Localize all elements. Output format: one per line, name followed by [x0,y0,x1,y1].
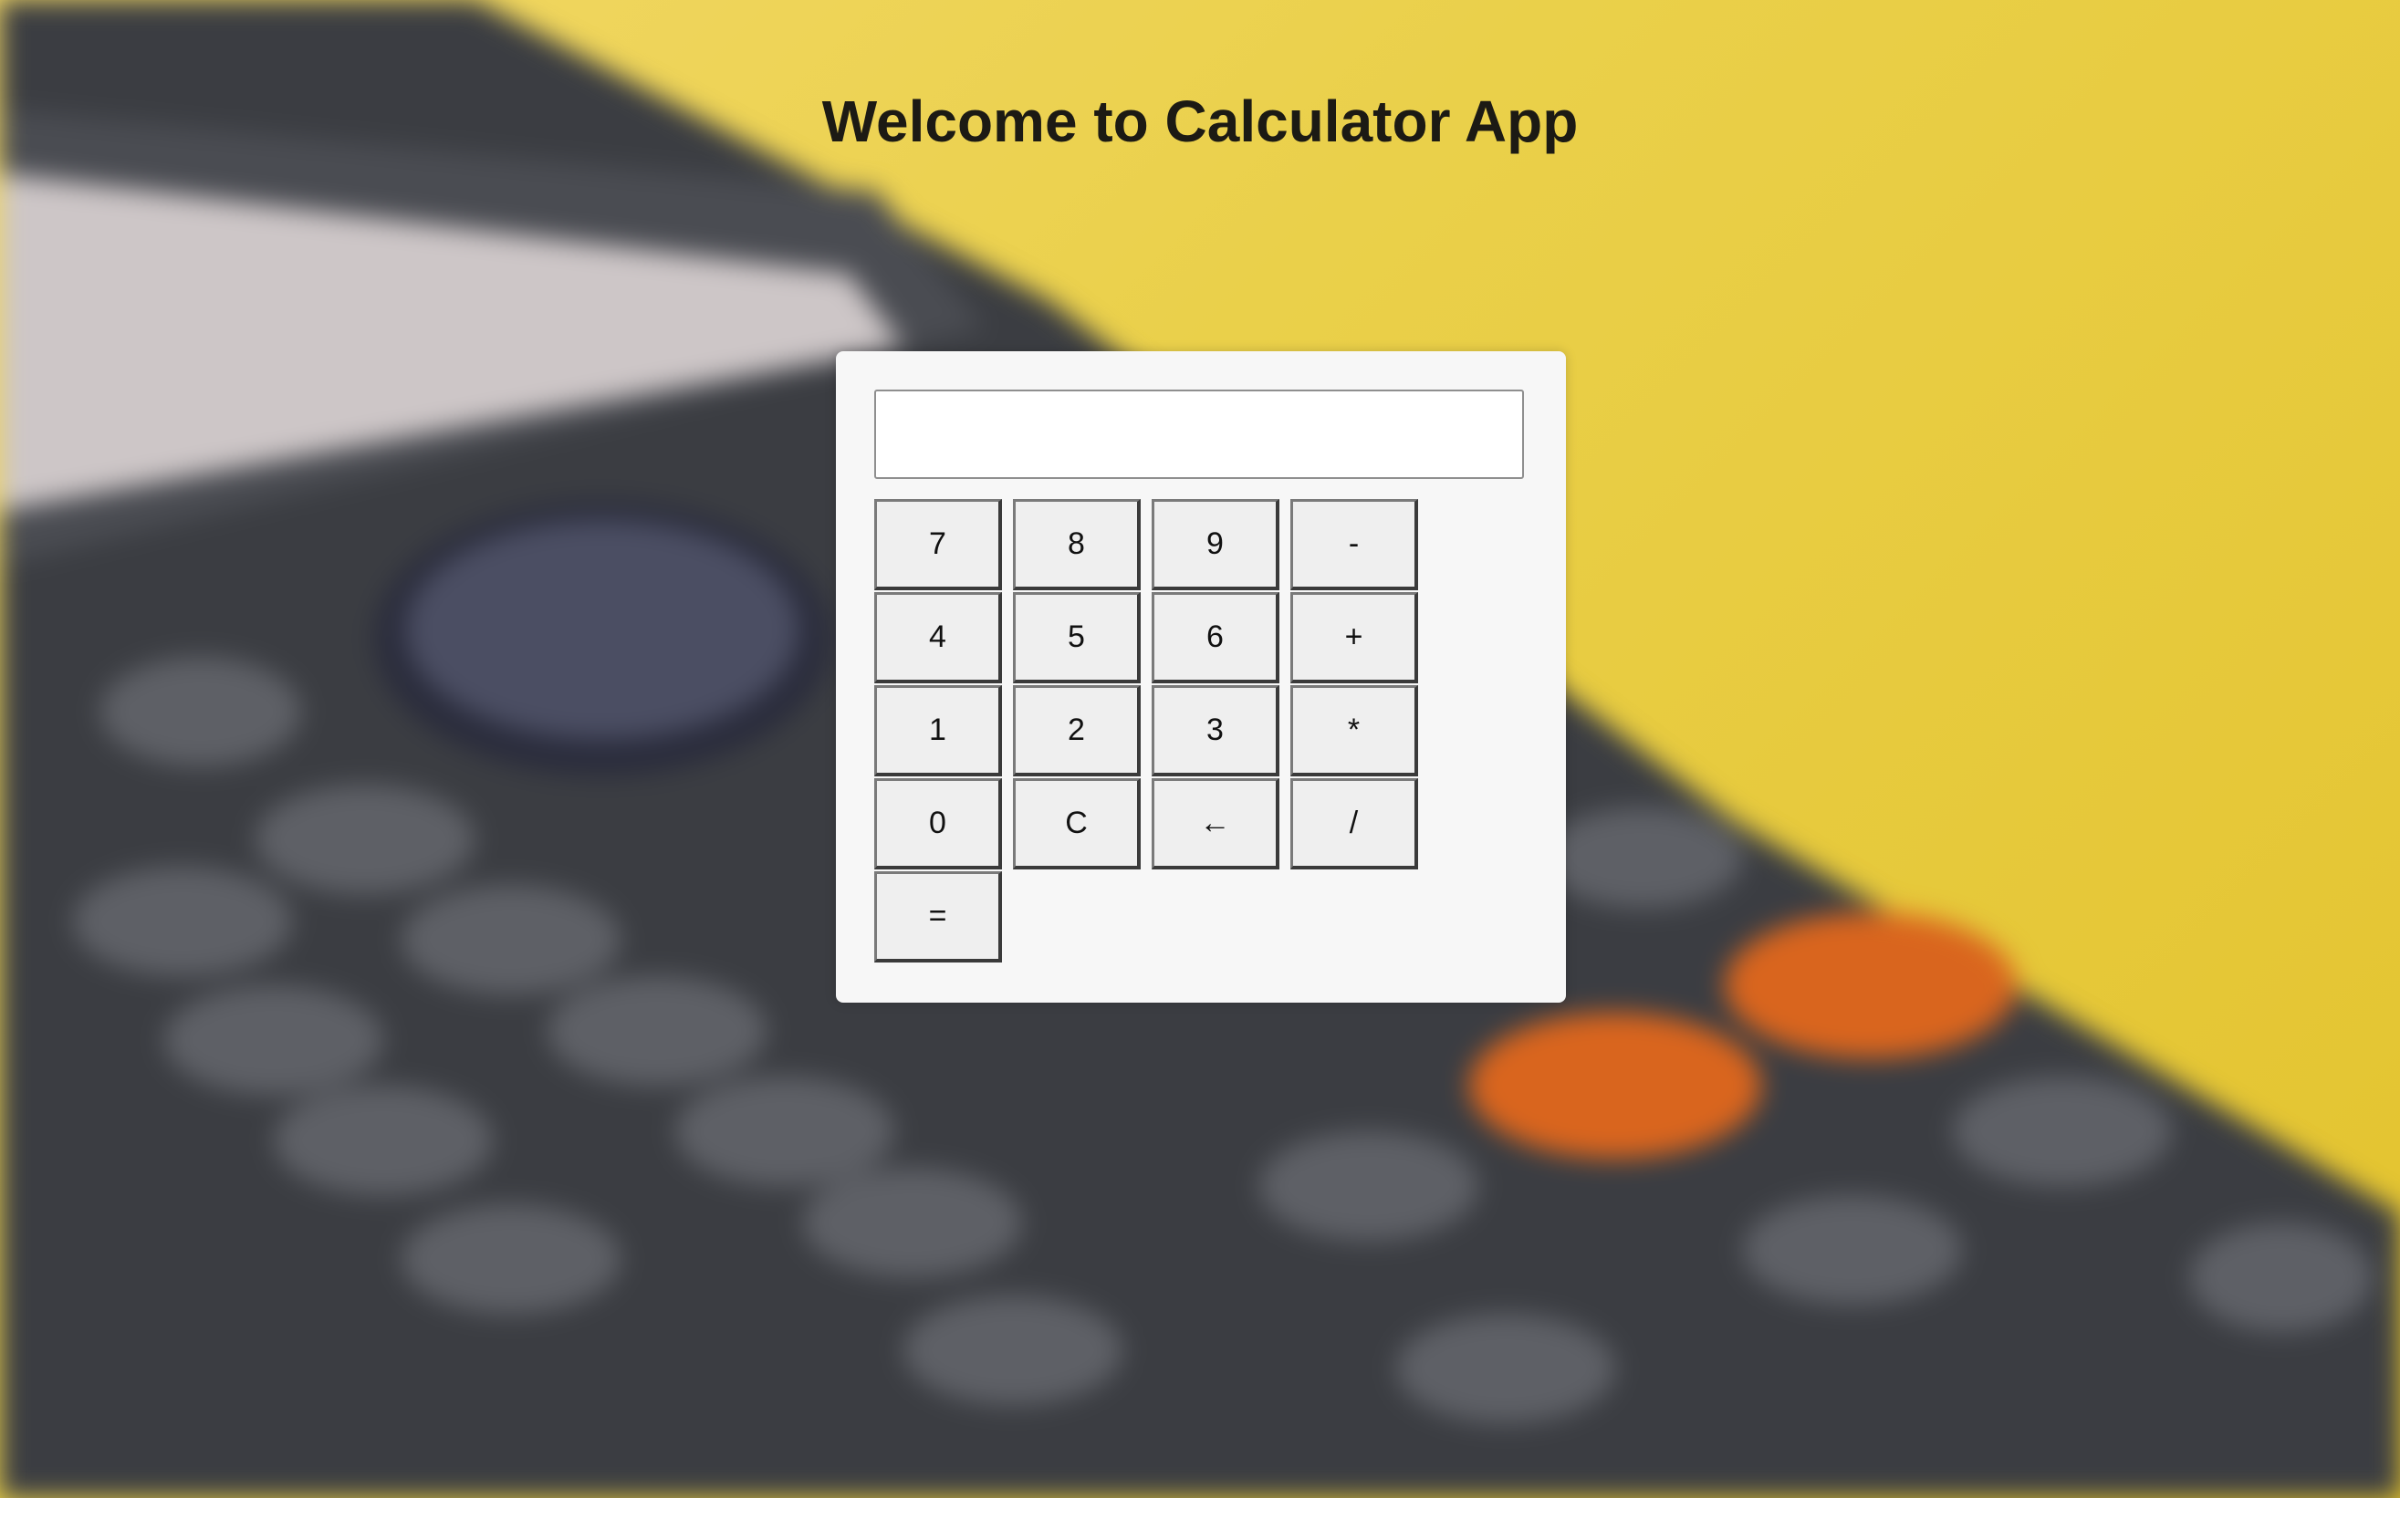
page-title: Welcome to Calculator App [821,88,1579,154]
key-6[interactable]: 6 [1152,592,1279,683]
key-8[interactable]: 8 [1013,499,1141,590]
backspace-button[interactable]: ← [1152,778,1279,869]
clear-button[interactable]: C [1013,778,1141,869]
key-9[interactable]: 9 [1152,499,1279,590]
page-bottom-strip [0,1498,2400,1540]
calculator-display[interactable] [874,390,1524,479]
key-plus[interactable]: + [1290,592,1418,683]
key-4[interactable]: 4 [874,592,1002,683]
key-minus[interactable]: - [1290,499,1418,590]
key-2[interactable]: 2 [1013,685,1141,776]
key-1[interactable]: 1 [874,685,1002,776]
calculator-page: Welcome to Calculator App 7 8 9 - 4 5 6 … [0,0,2400,1540]
equals-button[interactable]: = [874,871,1002,962]
key-5[interactable]: 5 [1013,592,1141,683]
key-0[interactable]: 0 [874,778,1002,869]
calculator-panel: 7 8 9 - 4 5 6 + 1 2 3 * 0 C ← / = [836,351,1566,1003]
key-divide[interactable]: / [1290,778,1418,869]
key-multiply[interactable]: * [1290,685,1418,776]
key-7[interactable]: 7 [874,499,1002,590]
key-3[interactable]: 3 [1152,685,1279,776]
